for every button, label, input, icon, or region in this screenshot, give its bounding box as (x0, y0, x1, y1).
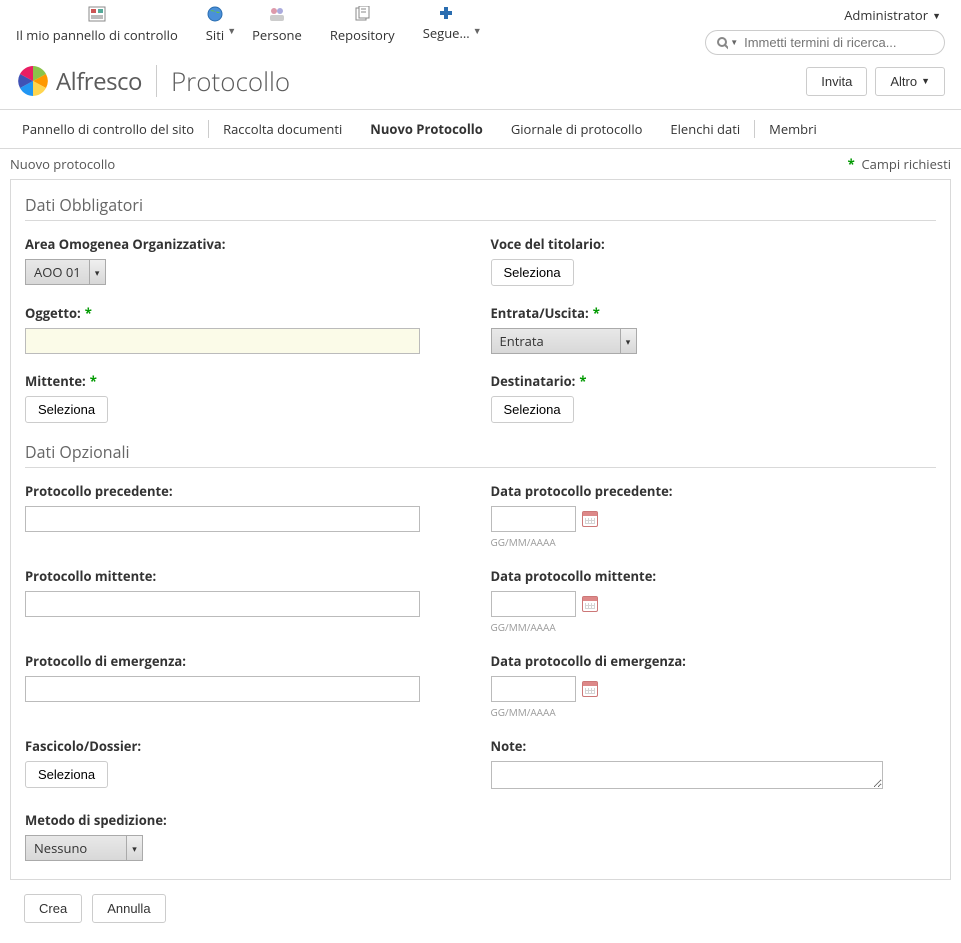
asterisk-icon: * (593, 304, 600, 322)
sitenav-members[interactable]: Membri (755, 110, 831, 148)
label-text: Entrata/Uscita: (491, 304, 589, 322)
sitenav-doclib[interactable]: Raccolta documenti (209, 110, 356, 148)
data-proto-emerg-input[interactable] (491, 676, 576, 702)
more-button[interactable]: Altro ▼ (875, 67, 945, 96)
data-proto-mitt-label: Data protocollo mittente: (491, 567, 937, 585)
inout-value: Entrata (492, 332, 620, 350)
proto-prec-input[interactable] (25, 506, 420, 532)
note-label: Note: (491, 737, 937, 755)
caret-down-icon: ▼ (730, 37, 738, 48)
mittente-label: Mittente: * (25, 372, 471, 390)
form-panel: Dati Obbligatori Area Omogenea Organizza… (10, 179, 951, 880)
divider (156, 65, 157, 97)
brand-name: Alfresco (56, 65, 142, 98)
asterisk-icon: * (85, 304, 92, 322)
nav-label: Siti (206, 26, 224, 44)
data-proto-emerg-label: Data protocollo di emergenza: (491, 652, 937, 670)
aoo-label: Area Omogenea Organizzativa: (25, 235, 471, 253)
aoo-select[interactable]: AOO 01 ▾ (25, 259, 106, 285)
nav-people[interactable]: Persone (252, 6, 302, 44)
search-icon (716, 36, 728, 50)
globe-icon (207, 6, 223, 22)
inout-select[interactable]: Entrata ▾ (491, 328, 637, 354)
nav-my-dashboard[interactable]: Il mio pannello di controllo (16, 6, 178, 44)
caret-down-icon: ▼ (921, 76, 930, 86)
aoo-value: AOO 01 (26, 263, 89, 281)
caret-down-icon: ▼ (932, 9, 941, 22)
page-title: Nuovo protocollo (10, 155, 115, 173)
user-menu[interactable]: Administrator ▼ (844, 6, 945, 24)
asterisk-icon: * (90, 372, 97, 390)
caret-down-icon: ▼ (473, 24, 482, 37)
titolario-label: Voce del titolario: (491, 235, 937, 253)
sitenav-newproto[interactable]: Nuovo Protocollo (356, 110, 497, 148)
required-label: Campi richiesti (861, 155, 951, 173)
people-icon (268, 6, 286, 22)
metodo-select[interactable]: Nessuno ▾ (25, 835, 143, 861)
dropdown-arrow-icon: ▾ (126, 836, 142, 860)
sitenav-dashboard[interactable]: Pannello di controllo del sito (8, 110, 208, 148)
section-optional: Dati Opzionali (25, 441, 936, 468)
section-mandatory: Dati Obbligatori (25, 194, 936, 221)
dropdown-arrow-icon: ▾ (620, 329, 636, 353)
fascicolo-select-button[interactable]: Seleziona (25, 761, 108, 788)
oggetto-input[interactable] (25, 328, 420, 354)
date-hint: GG/MM/AAAA (491, 705, 937, 719)
cancel-button[interactable]: Annulla (92, 894, 165, 923)
proto-emerg-label: Protocollo di emergenza: (25, 652, 471, 670)
required-note: * Campi richiesti (848, 155, 951, 173)
alfresco-logo-icon (16, 64, 50, 98)
calendar-icon[interactable] (582, 596, 598, 612)
destinatario-label: Destinatario: * (491, 372, 937, 390)
oggetto-label: Oggetto: * (25, 304, 471, 322)
brand-logo: Alfresco (16, 64, 142, 98)
proto-mitt-input[interactable] (25, 591, 420, 617)
create-button[interactable]: Crea (24, 894, 82, 923)
calendar-icon[interactable] (582, 681, 598, 697)
asterisk-icon: * (848, 155, 855, 173)
destinatario-select-button[interactable]: Seleziona (491, 396, 574, 423)
date-hint: GG/MM/AAAA (491, 620, 937, 634)
proto-prec-label: Protocollo precedente: (25, 482, 471, 500)
site-nav: Pannello di controllo del sito Raccolta … (0, 109, 961, 149)
label-text: Destinatario: (491, 372, 576, 390)
caret-down-icon: ▼ (227, 24, 236, 37)
titolario-select-button[interactable]: Seleziona (491, 259, 574, 286)
calendar-icon[interactable] (582, 511, 598, 527)
nav-label: Il mio pannello di controllo (16, 26, 178, 44)
user-name: Administrator (844, 6, 928, 24)
mittente-select-button[interactable]: Seleziona (25, 396, 108, 423)
sitenav-journal[interactable]: Giornale di protocollo (497, 110, 657, 148)
more-label: Altro (890, 74, 917, 89)
search-input[interactable] (744, 35, 934, 50)
repository-icon (354, 6, 370, 22)
nav-follow[interactable]: Segue... ▼ (423, 6, 470, 44)
proto-emerg-input[interactable] (25, 676, 420, 702)
label-text: Oggetto: (25, 304, 81, 322)
asterisk-icon: * (579, 372, 586, 390)
invite-button[interactable]: Invita (806, 67, 867, 96)
note-textarea[interactable] (491, 761, 883, 789)
metodo-value: Nessuno (26, 839, 126, 857)
nav-repository[interactable]: Repository (330, 6, 395, 44)
nav-label: Persone (252, 26, 302, 44)
data-proto-mitt-input[interactable] (491, 591, 576, 617)
search-box[interactable]: ▼ (705, 30, 945, 55)
label-text: Mittente: (25, 372, 86, 390)
page-heading: Protocollo (171, 63, 290, 99)
data-proto-prec-input[interactable] (491, 506, 576, 532)
plus-icon (439, 6, 453, 20)
inout-label: Entrata/Uscita: * (491, 304, 937, 322)
fascicolo-label: Fascicolo/Dossier: (25, 737, 471, 755)
sitenav-datalists[interactable]: Elenchi dati (656, 110, 754, 148)
proto-mitt-label: Protocollo mittente: (25, 567, 471, 585)
dashboard-icon (88, 6, 106, 22)
date-hint: GG/MM/AAAA (491, 535, 937, 549)
nav-sites[interactable]: Siti ▼ (206, 6, 224, 44)
data-proto-prec-label: Data protocollo precedente: (491, 482, 937, 500)
metodo-label: Metodo di spedizione: (25, 811, 471, 829)
dropdown-arrow-icon: ▾ (89, 260, 105, 284)
nav-label: Segue... (423, 24, 470, 42)
nav-label: Repository (330, 26, 395, 44)
